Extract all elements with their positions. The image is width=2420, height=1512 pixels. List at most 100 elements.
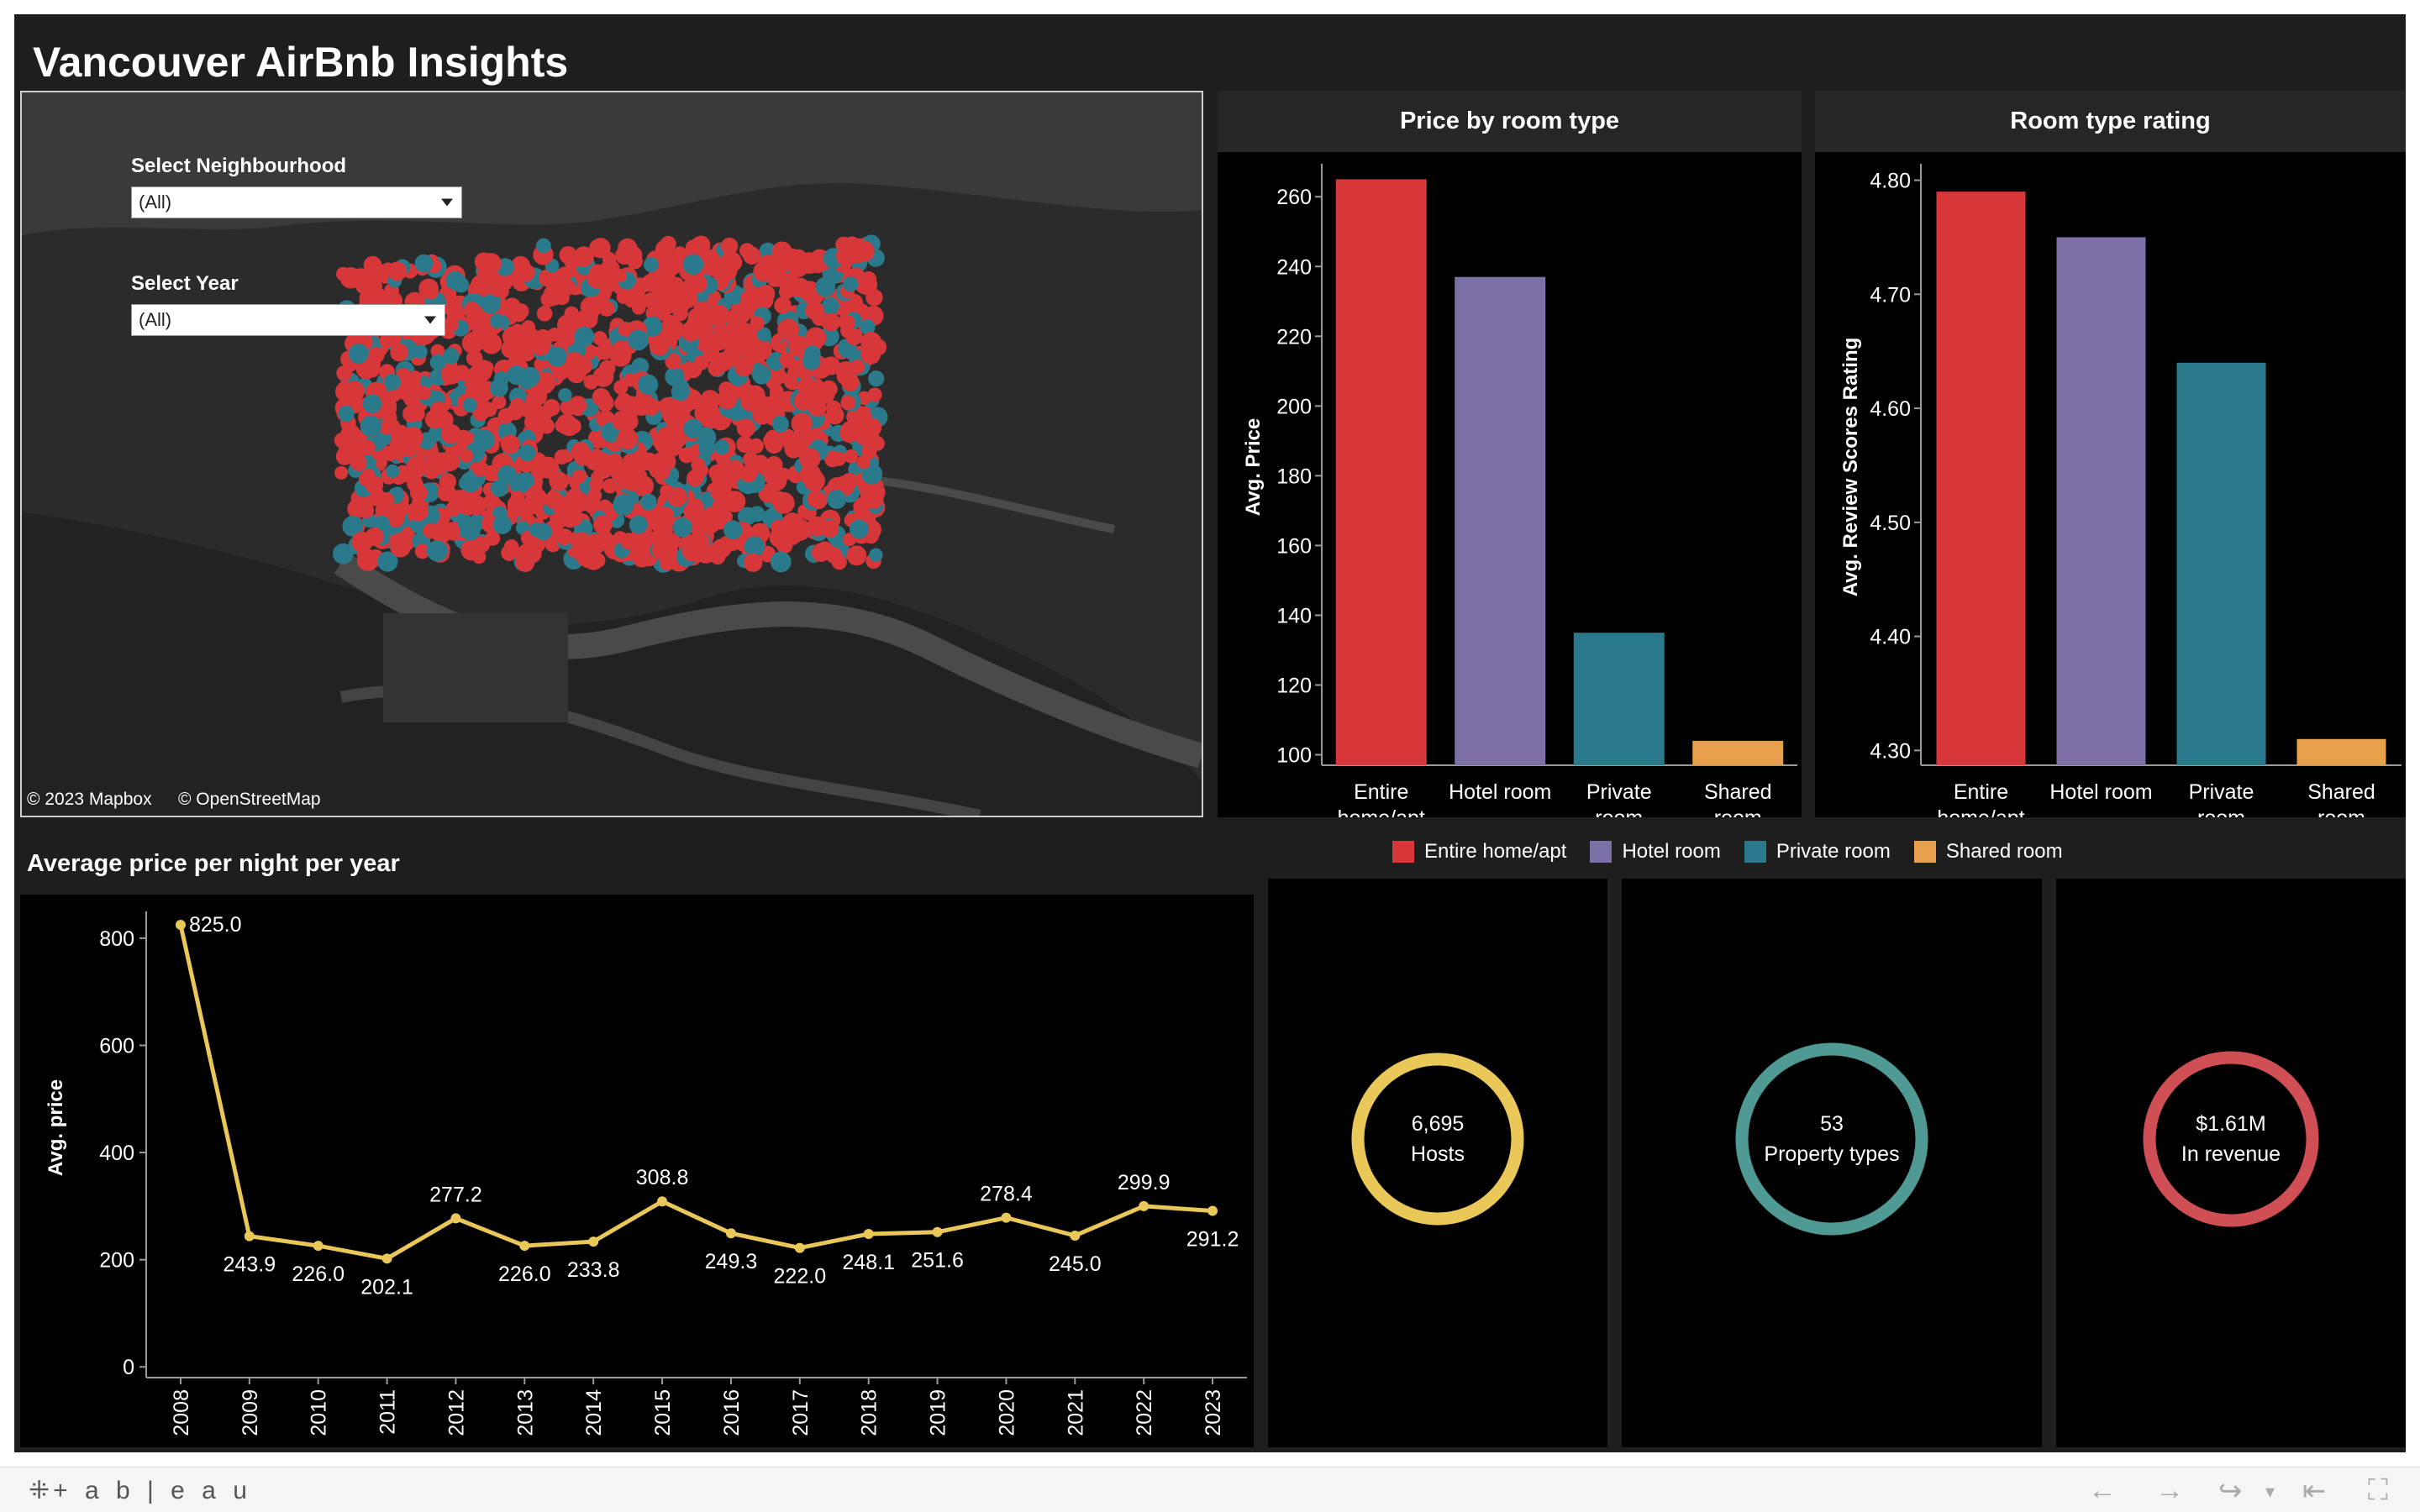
listing-point[interactable] <box>643 257 659 273</box>
listing-point[interactable] <box>855 407 872 425</box>
listing-point[interactable] <box>345 434 363 454</box>
listing-point[interactable] <box>460 449 474 463</box>
listing-point[interactable] <box>338 405 355 423</box>
redo-icon[interactable]: → <box>2155 1474 2184 1507</box>
listing-point[interactable] <box>406 455 428 477</box>
listing-point[interactable] <box>571 532 592 554</box>
listing-point[interactable] <box>681 541 702 562</box>
listing-point[interactable] <box>822 312 841 332</box>
listing-point[interactable] <box>584 550 603 570</box>
listing-point[interactable] <box>474 252 493 271</box>
listing-point[interactable] <box>348 344 369 364</box>
listing-point[interactable] <box>559 279 576 296</box>
listing-point[interactable] <box>464 302 481 318</box>
listing-point[interactable] <box>592 331 608 346</box>
listing-point[interactable] <box>659 396 677 416</box>
listing-point[interactable] <box>807 516 828 537</box>
listing-point[interactable] <box>589 264 606 281</box>
listing-point[interactable] <box>417 386 431 401</box>
listing-point[interactable] <box>533 329 553 349</box>
listing-point[interactable] <box>593 515 613 534</box>
listing-point[interactable] <box>426 540 448 562</box>
listing-point[interactable] <box>752 365 771 385</box>
listing-point[interactable] <box>362 394 382 414</box>
listing-point[interactable] <box>365 475 384 495</box>
listing-point[interactable] <box>802 352 821 370</box>
listing-point[interactable] <box>384 373 401 391</box>
listing-point[interactable] <box>843 276 859 292</box>
listing-point[interactable] <box>840 395 856 411</box>
listing-point[interactable] <box>500 434 520 454</box>
listing-point[interactable] <box>518 472 534 489</box>
listing-point[interactable] <box>336 365 353 381</box>
listing-point[interactable] <box>443 522 460 540</box>
listing-point[interactable] <box>481 294 501 314</box>
listing-point[interactable] <box>456 494 477 515</box>
listing-point[interactable] <box>629 515 648 534</box>
legend-item-private[interactable]: Private room <box>1744 840 1891 864</box>
listing-point[interactable] <box>444 365 459 381</box>
listing-point[interactable] <box>774 297 792 314</box>
listing-point[interactable] <box>827 490 847 509</box>
listing-point[interactable] <box>694 354 709 370</box>
listing-point[interactable] <box>727 310 747 330</box>
listing-point[interactable] <box>846 545 867 566</box>
listing-point[interactable] <box>429 354 446 370</box>
listing-point[interactable] <box>365 527 384 547</box>
listing-point[interactable] <box>558 388 572 402</box>
listing-point[interactable] <box>554 449 570 465</box>
listing-point[interactable] <box>409 484 428 502</box>
listing-point[interactable] <box>628 329 649 351</box>
listing-point[interactable] <box>613 269 627 283</box>
chevron-down-icon[interactable]: ▾ <box>2265 1481 2275 1503</box>
listing-point[interactable] <box>687 470 704 487</box>
listing-point[interactable] <box>839 423 859 443</box>
listing-point[interactable] <box>698 438 716 456</box>
listing-point[interactable] <box>669 320 684 335</box>
listing-point[interactable] <box>482 495 497 509</box>
listing-point[interactable] <box>502 326 524 348</box>
listing-point[interactable] <box>461 332 484 354</box>
listing-point[interactable] <box>539 417 555 434</box>
listing-point[interactable] <box>771 415 789 433</box>
listing-point[interactable] <box>641 397 660 416</box>
listing-point[interactable] <box>344 381 365 402</box>
listing-point[interactable] <box>509 397 525 413</box>
listing-point[interactable] <box>556 413 577 435</box>
listing-point[interactable] <box>555 528 573 546</box>
listing-point[interactable] <box>536 306 553 322</box>
map-panel[interactable]: Select Neighbourhood (All) Select Year (… <box>20 91 1203 817</box>
listing-point[interactable] <box>489 313 505 329</box>
listing-point[interactable] <box>736 418 756 438</box>
listing-point[interactable] <box>517 263 535 282</box>
listing-point[interactable] <box>571 442 591 461</box>
listing-point[interactable] <box>867 387 882 402</box>
listing-point[interactable] <box>360 415 381 437</box>
listing-point[interactable] <box>423 522 439 539</box>
listing-point[interactable] <box>714 439 730 455</box>
listing-point[interactable] <box>390 343 408 362</box>
listing-point[interactable] <box>659 507 675 522</box>
listing-point[interactable] <box>452 276 470 293</box>
listing-point[interactable] <box>529 522 544 538</box>
listing-point[interactable] <box>841 373 860 391</box>
listing-point[interactable] <box>720 237 739 255</box>
listing-point[interactable] <box>386 464 400 479</box>
listing-point[interactable] <box>511 307 527 323</box>
listing-point[interactable] <box>612 340 630 360</box>
legend-item-shared[interactable]: Shared room <box>1913 840 2063 864</box>
listing-point[interactable] <box>671 382 690 402</box>
tableau-logo[interactable]: ⁜ + a b | e a u <box>29 1476 252 1505</box>
listing-point[interactable] <box>869 548 883 562</box>
listing-point[interactable] <box>780 496 795 512</box>
listing-point[interactable] <box>850 519 869 539</box>
listing-point[interactable] <box>583 375 599 390</box>
listing-point[interactable] <box>507 496 523 512</box>
listing-point[interactable] <box>708 304 730 327</box>
chevron-down-icon[interactable] <box>441 198 453 207</box>
listing-point[interactable] <box>359 275 376 292</box>
listing-point[interactable] <box>757 284 776 303</box>
listing-point[interactable] <box>598 360 616 377</box>
listing-point[interactable] <box>622 470 643 491</box>
listing-point[interactable] <box>473 536 491 554</box>
